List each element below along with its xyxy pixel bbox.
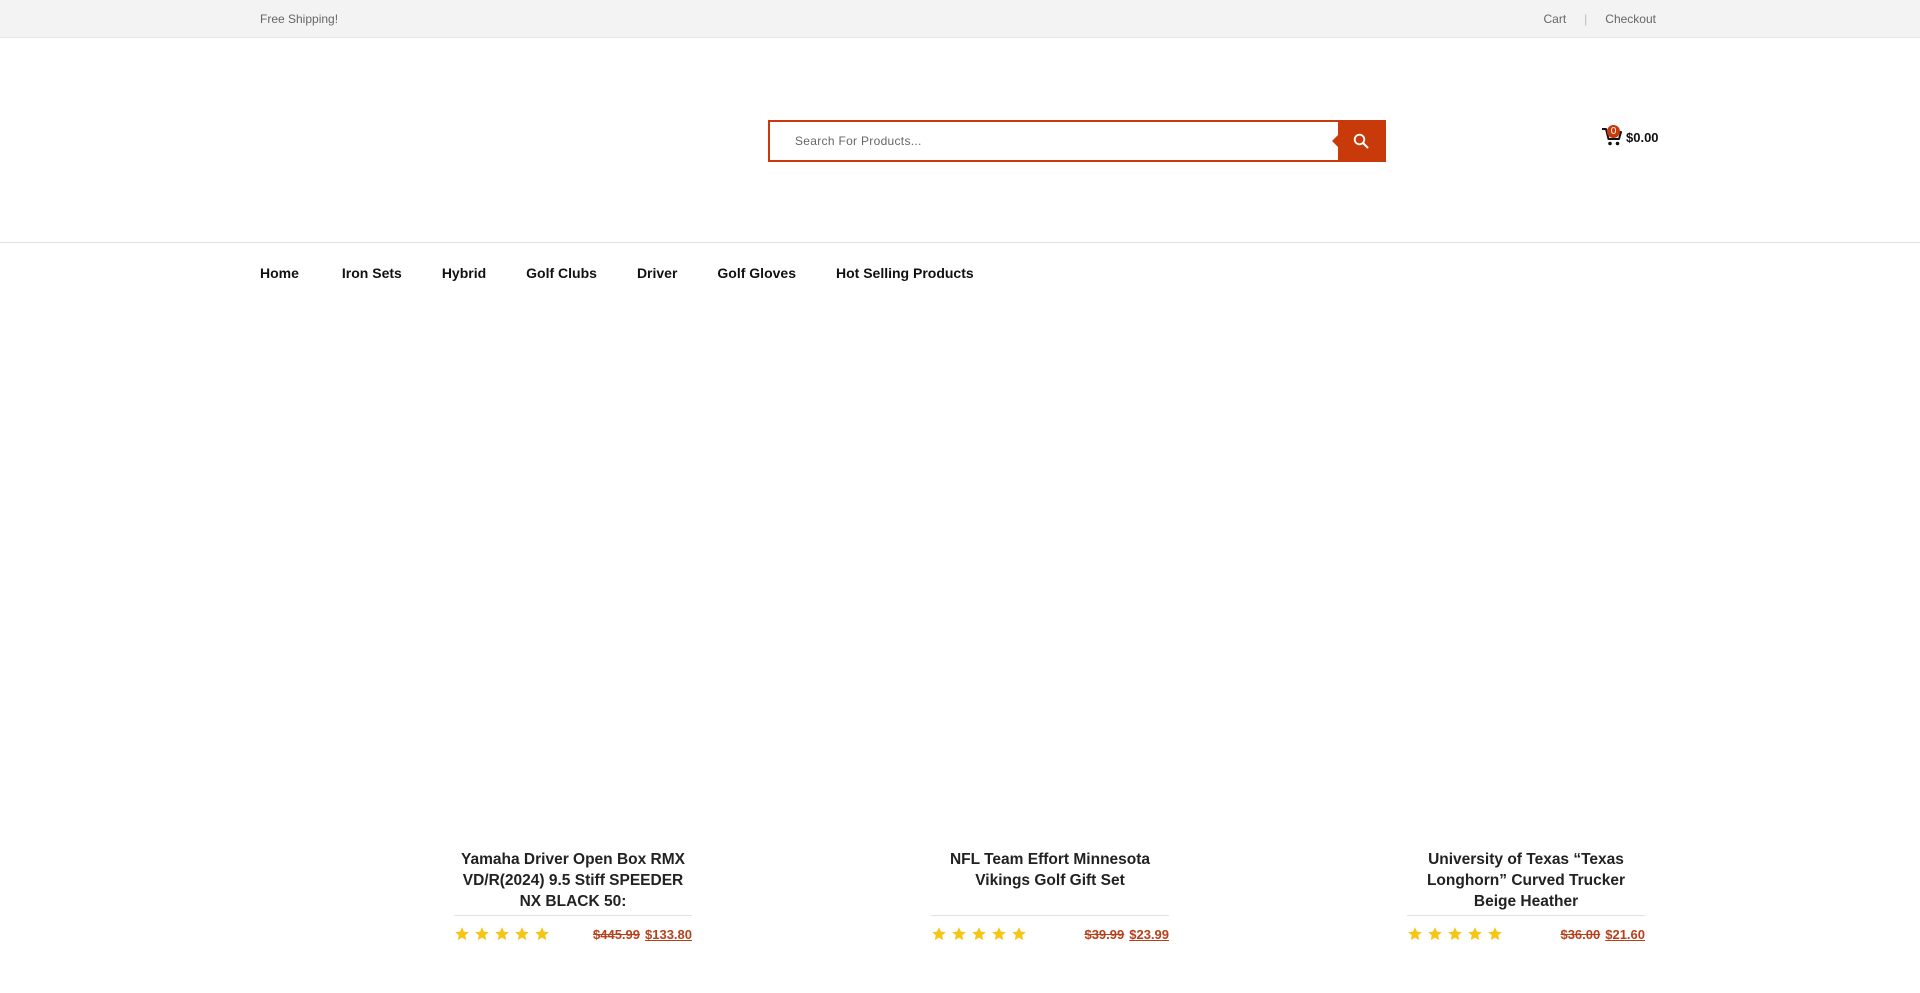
search-icon [1353, 133, 1369, 149]
star-icon [932, 927, 946, 941]
nav-item-driver[interactable]: Driver [637, 265, 677, 281]
nav-item-hot-selling[interactable]: Hot Selling Products [836, 265, 974, 281]
product-title[interactable]: NFL Team Effort Minnesota Vikings Golf G… [931, 849, 1169, 912]
top-links-separator: | [1584, 12, 1588, 26]
product-title[interactable]: University of Texas “Texas Longhorn” Cur… [1407, 849, 1645, 912]
product-card[interactable]: NFL Team Effort Minnesota Vikings Golf G… [931, 849, 1169, 942]
old-price: $445.99 [593, 926, 640, 942]
sale-price[interactable]: $21.60 [1605, 927, 1645, 942]
product-prices: $445.99 $133.80 [593, 927, 692, 942]
search-button[interactable] [1332, 122, 1384, 160]
rating-stars [931, 926, 1027, 942]
cart-total: $0.00 [1626, 129, 1659, 145]
product-divider [1407, 915, 1645, 916]
star-icon [1488, 927, 1502, 941]
cart-icon-wrap: 0 [1601, 125, 1625, 148]
star-icon [952, 927, 966, 941]
rating-stars [454, 926, 550, 942]
sale-price[interactable]: $133.80 [645, 927, 692, 942]
top-bar: Free Shipping! Cart | Checkout [0, 0, 1920, 38]
star-icon [972, 927, 986, 941]
search-input[interactable] [770, 122, 1338, 160]
nav-item-iron-sets[interactable]: Iron Sets [342, 265, 402, 281]
star-icon [1468, 927, 1482, 941]
nav-item-golf-gloves[interactable]: Golf Gloves [717, 265, 796, 281]
product-title[interactable]: Yamaha Driver Open Box RMX VD/R(2024) 9.… [454, 849, 692, 912]
star-icon [1012, 927, 1026, 941]
sale-price[interactable]: $23.99 [1129, 927, 1169, 942]
nav-item-home[interactable]: Home [260, 265, 299, 281]
product-divider [931, 915, 1169, 916]
star-icon [992, 927, 1006, 941]
cart-count-badge: 0 [1607, 125, 1620, 138]
free-shipping-text: Free Shipping! [260, 12, 339, 26]
product-meta: $39.99 $23.99 [931, 926, 1169, 942]
nav-item-golf-clubs[interactable]: Golf Clubs [526, 265, 597, 281]
product-prices: $36.00 $21.60 [1560, 927, 1645, 942]
search-bar [768, 120, 1386, 162]
product-prices: $39.99 $23.99 [1084, 927, 1169, 942]
top-links: Cart | Checkout [1544, 12, 1657, 26]
star-icon [455, 927, 469, 941]
star-icon [1448, 927, 1462, 941]
old-price: $36.00 [1560, 926, 1601, 942]
star-icon [1408, 927, 1422, 941]
nav-item-hybrid[interactable]: Hybrid [442, 265, 486, 281]
site-header: 0 $0.00 [0, 38, 1920, 243]
star-icon [475, 927, 489, 941]
product-meta: $36.00 $21.60 [1407, 926, 1645, 942]
header-cart[interactable]: 0 $0.00 [1601, 125, 1659, 148]
star-icon [495, 927, 509, 941]
star-icon [515, 927, 529, 941]
old-price: $39.99 [1084, 926, 1125, 942]
product-card[interactable]: University of Texas “Texas Longhorn” Cur… [1407, 849, 1645, 942]
cart-link[interactable]: Cart [1544, 12, 1567, 26]
product-divider [454, 915, 692, 916]
rating-stars [1407, 926, 1503, 942]
checkout-link[interactable]: Checkout [1605, 12, 1656, 26]
main-nav: Home Iron Sets Hybrid Golf Clubs Driver … [260, 265, 1014, 281]
star-icon [535, 927, 549, 941]
product-meta: $445.99 $133.80 [454, 926, 692, 942]
product-card[interactable]: Yamaha Driver Open Box RMX VD/R(2024) 9.… [454, 849, 692, 942]
star-icon [1428, 927, 1442, 941]
